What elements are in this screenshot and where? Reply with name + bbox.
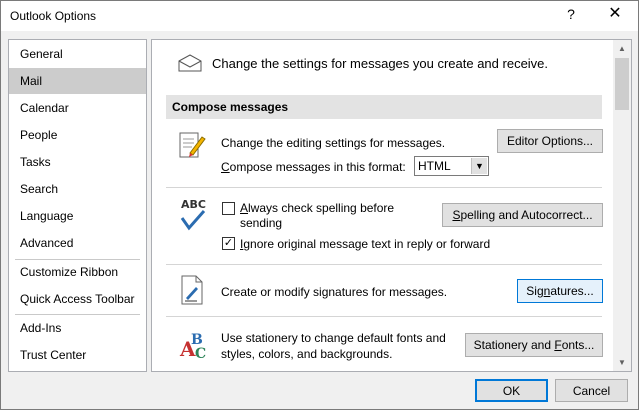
svg-text:C: C xyxy=(195,346,206,360)
compose-format-label: Compose messages in this format: xyxy=(221,160,406,174)
stationery-fonts-label-post: onts... xyxy=(561,338,595,352)
scroll-up-arrow-icon[interactable]: ▲ xyxy=(613,40,631,57)
content-scrollbar[interactable]: ▲ ▼ xyxy=(613,40,631,371)
svg-text:ABC: ABC xyxy=(181,198,206,211)
always-check-spelling-label: Always check spelling before xyxy=(240,201,394,215)
envelope-icon xyxy=(178,54,202,72)
always-check-spelling-checkbox[interactable] xyxy=(222,202,235,215)
outlook-options-dialog: Outlook Options ? ✕ General Mail Calenda… xyxy=(0,0,639,410)
spelling-autocorrect-button[interactable]: Spelling and Autocorrect... xyxy=(442,203,603,227)
stationery-fonts-icon: A B C xyxy=(179,332,206,360)
nav-item-trust-center[interactable]: Trust Center xyxy=(9,342,146,368)
signatures-label-pre: Sig xyxy=(526,284,544,298)
signatures-button[interactable]: Signatures... xyxy=(517,279,603,303)
nav-item-calendar[interactable]: Calendar xyxy=(9,95,146,121)
compose-format-value: HTML xyxy=(418,159,451,173)
signatures-label-post: atures... xyxy=(550,284,594,298)
chevron-down-icon[interactable]: ▼ xyxy=(471,158,487,174)
always-check-spelling-text: lways check spelling before xyxy=(248,201,395,215)
mail-options-panel: Change the settings for messages you cre… xyxy=(151,39,632,372)
nav-item-advanced[interactable]: Advanced xyxy=(9,230,146,256)
stationery-fonts-button[interactable]: Stationery and Fonts... xyxy=(465,333,603,357)
nav-item-quick-access-toolbar[interactable]: Quick Access Toolbar xyxy=(9,286,146,312)
options-nav: General Mail Calendar People Tasks Searc… xyxy=(8,39,147,372)
ignore-original-text-label: Ignore original message text in reply or… xyxy=(240,237,490,251)
stationery-text-line1: Use stationery to change default fonts a… xyxy=(221,331,446,345)
edit-document-icon xyxy=(179,132,206,158)
cancel-button[interactable]: Cancel xyxy=(555,379,628,402)
ok-button[interactable]: OK xyxy=(475,379,548,402)
always-check-spelling-accesskey: A xyxy=(240,201,249,215)
row-separator xyxy=(166,187,602,188)
nav-item-people[interactable]: People xyxy=(9,122,146,148)
nav-item-mail[interactable]: Mail xyxy=(9,68,146,94)
row-separator xyxy=(166,264,602,265)
compose-format-select[interactable]: HTML ▼ xyxy=(414,156,489,176)
window-title: Outlook Options xyxy=(10,9,97,23)
stationery-fonts-label-pre: Stationery and xyxy=(473,338,555,352)
ignore-original-text-text: gnore original message text in reply or … xyxy=(243,237,491,251)
nav-item-tasks[interactable]: Tasks xyxy=(9,149,146,175)
editing-settings-text: Change the editing settings for messages… xyxy=(221,136,446,150)
spelling-check-icon: ABC xyxy=(180,198,206,231)
scroll-down-arrow-icon[interactable]: ▼ xyxy=(613,354,631,371)
stationery-fonts-accesskey: F xyxy=(554,338,562,352)
nav-item-language[interactable]: Language xyxy=(9,203,146,229)
ignore-original-text-checkbox[interactable]: ✓ xyxy=(222,237,235,250)
signature-document-icon xyxy=(181,275,203,305)
scroll-thumb[interactable] xyxy=(615,58,629,110)
help-button[interactable]: ? xyxy=(557,3,585,27)
editor-options-button[interactable]: Editor Options... xyxy=(497,129,603,153)
compose-format-accesskey: C xyxy=(221,160,230,174)
always-check-spelling-label-line2: sending xyxy=(240,216,283,230)
spelling-autocorrect-label: pelling and Autocorrect... xyxy=(460,208,593,222)
section-compose-messages: Compose messages xyxy=(166,95,602,119)
stationery-text-line2: styles, colors, and backgrounds. xyxy=(221,347,393,361)
title-bar: Outlook Options ? ✕ xyxy=(1,1,638,31)
nav-item-customize-ribbon[interactable]: Customize Ribbon xyxy=(9,259,146,285)
nav-item-add-ins[interactable]: Add-Ins xyxy=(9,315,146,341)
signatures-text: Create or modify signatures for messages… xyxy=(221,285,448,299)
nav-item-general[interactable]: General xyxy=(9,41,146,67)
close-button[interactable]: ✕ xyxy=(601,3,629,27)
nav-item-search[interactable]: Search xyxy=(9,176,146,202)
intro-text: Change the settings for messages you cre… xyxy=(212,56,549,71)
row-separator xyxy=(166,316,602,317)
compose-format-label-text: ompose messages in this format: xyxy=(229,160,406,174)
